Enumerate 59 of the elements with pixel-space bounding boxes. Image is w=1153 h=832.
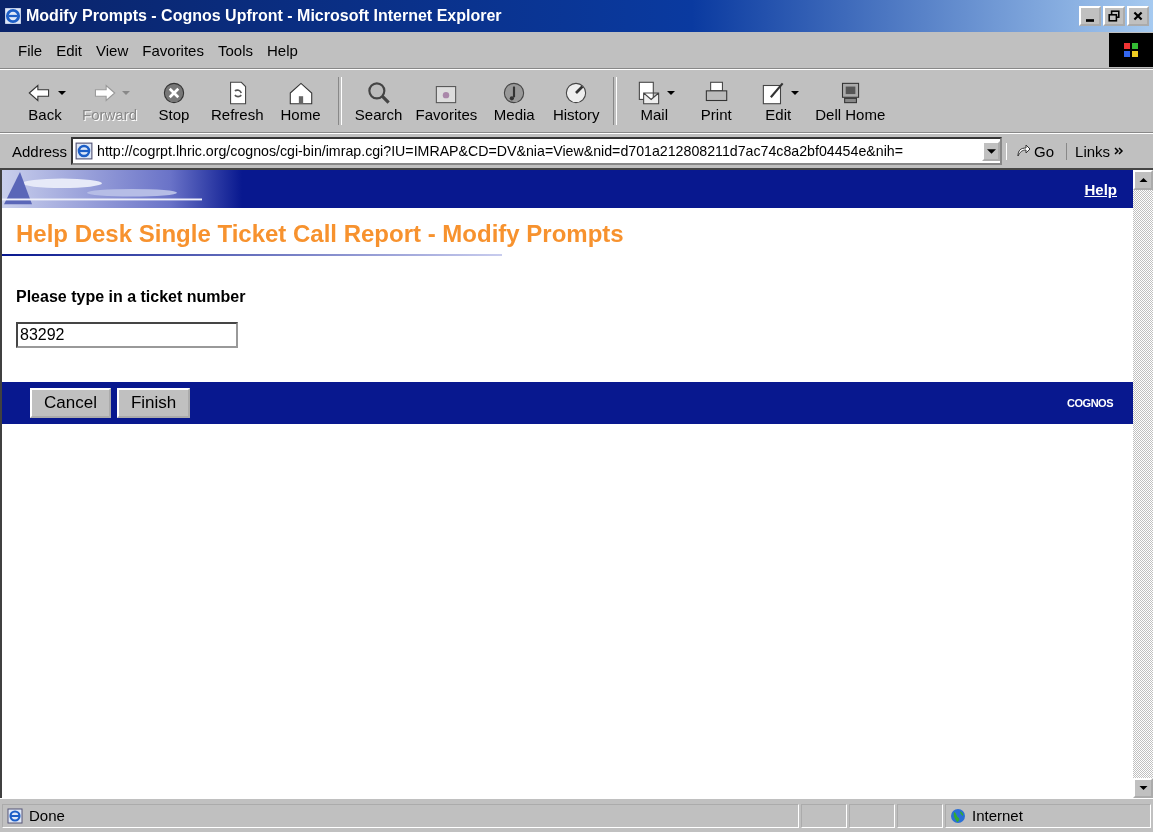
close-button[interactable] — [1127, 6, 1149, 26]
chevron-icon — [1114, 147, 1125, 155]
minimize-button[interactable] — [1079, 6, 1101, 26]
page-icon — [75, 142, 94, 160]
page-heading: Help Desk Single Ticket Call Report - Modify Prompts — [16, 220, 625, 248]
toolbar-button[interactable]: Mail — [623, 77, 686, 125]
toolbar-button[interactable]: Home — [269, 77, 332, 125]
cancel-button[interactable]: Cancel — [30, 388, 111, 418]
windows-logo — [1109, 33, 1153, 67]
down-arrow-icon — [1138, 785, 1148, 791]
scrollbar[interactable] — [1133, 170, 1153, 798]
toolbar-button[interactable]: Stop — [143, 77, 205, 125]
toolbar-button[interactable]: Dell Home — [809, 77, 892, 125]
address-field[interactable]: http://cogrpt.lhric.org/cognos/cgi-bin/imrap.cgi?IU=IMRAP&CD=DV&nia=View&nid=d701a212808211d7ac74c8a2bf04454e&nih= — [71, 137, 1003, 165]
caret-icon — [986, 147, 996, 155]
toolbar-button[interactable]: Print — [685, 77, 748, 125]
caret-icon — [57, 90, 66, 95]
restore-icon — [1108, 10, 1120, 22]
menu-item[interactable]: View — [90, 39, 135, 61]
page-icon — [7, 807, 23, 824]
prompt-label: Please type in a ticket number — [16, 288, 247, 306]
toolbar-button[interactable]: Back — [14, 77, 76, 125]
toolbar-button[interactable]: Edit — [747, 77, 810, 125]
toolbar-button[interactable]: Media — [483, 77, 546, 125]
status-pane — [801, 803, 847, 828]
address-dropdown-button[interactable] — [982, 141, 1001, 161]
finish-button[interactable]: Finish — [116, 388, 191, 418]
ticket-number-field[interactable]: 83292 — [16, 322, 238, 348]
status-pane — [849, 803, 895, 828]
caret-icon — [122, 90, 130, 95]
menu-item[interactable]: Favorites — [136, 39, 210, 61]
globe-icon — [950, 807, 966, 824]
toolbar-button[interactable]: Search — [347, 77, 410, 125]
links-button[interactable]: Links — [1066, 142, 1129, 160]
menu-item[interactable]: Edit — [50, 39, 89, 61]
help-link[interactable]: Help — [1084, 180, 1117, 198]
caret-icon — [790, 90, 799, 95]
brand-logo: COGNOS — [1067, 397, 1113, 409]
menu-item[interactable]: File — [12, 39, 49, 61]
up-arrow-icon — [1138, 177, 1148, 183]
window-title: Modify Prompts - Cognos Upfront - Microsoft Internet Explorer — [26, 7, 503, 25]
toolbar-button[interactable]: Favorites — [409, 77, 484, 125]
zone-text: Internet — [972, 807, 1023, 824]
minimize-icon — [1086, 18, 1094, 22]
status-pane — [897, 803, 943, 828]
close-icon — [1132, 10, 1144, 22]
browser-icon — [4, 7, 22, 25]
toolbar-button[interactable]: Refresh — [205, 77, 270, 125]
scroll-down-button[interactable] — [1133, 778, 1153, 798]
caret-icon — [666, 90, 675, 95]
menu-item[interactable]: Help — [261, 39, 304, 61]
go-button[interactable]: Go — [1006, 142, 1063, 160]
menu-item[interactable]: Tools — [211, 39, 259, 61]
address-label: Address — [12, 142, 68, 160]
status-text: Done — [29, 807, 65, 824]
restore-button[interactable] — [1103, 6, 1125, 26]
scroll-up-button[interactable] — [1133, 170, 1153, 190]
go-arrow-icon — [1015, 143, 1032, 159]
toolbar-button[interactable]: History — [545, 77, 608, 125]
